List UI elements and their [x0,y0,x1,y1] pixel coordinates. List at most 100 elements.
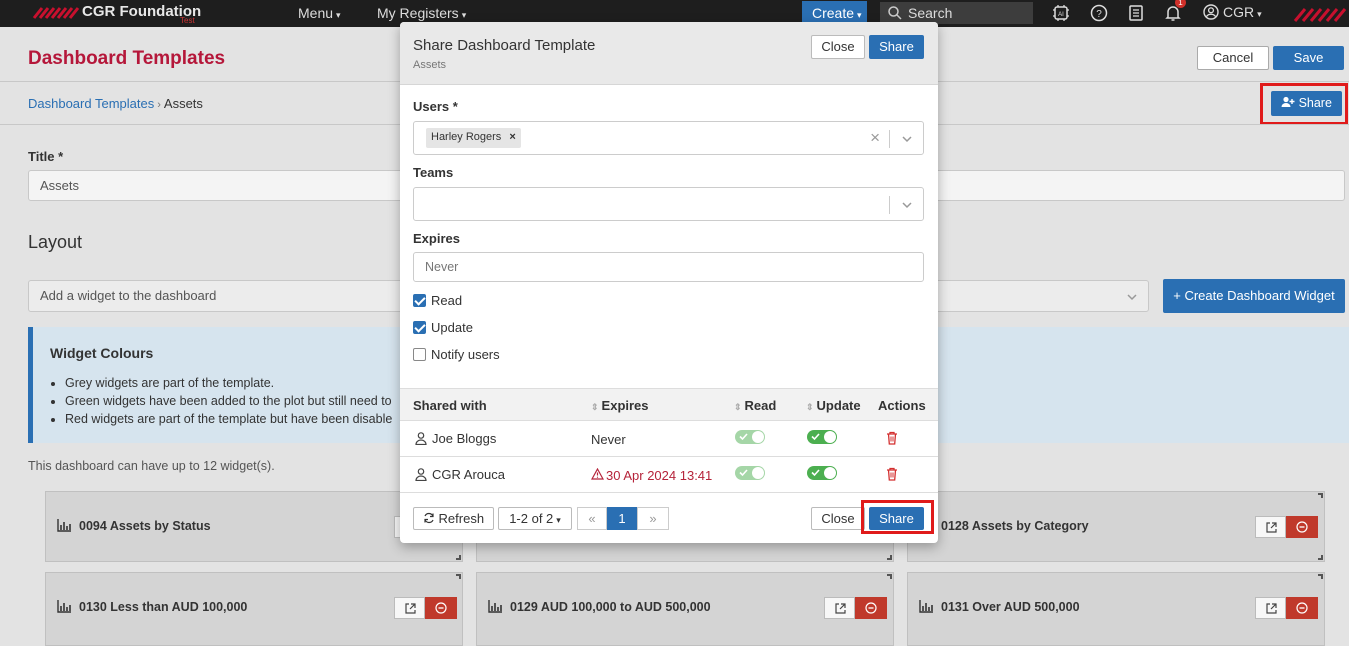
last-page-button[interactable]: » [637,507,669,530]
notify-checkbox-row[interactable]: Notify users [413,347,500,362]
widget-remove-button[interactable] [425,597,457,619]
breadcrumb: Dashboard Templates › Assets [28,96,203,111]
warning-icon [591,468,604,480]
update-checkbox-row[interactable]: Update [413,320,473,335]
page-1-button[interactable]: 1 [607,507,637,530]
widget-open-button[interactable] [394,597,425,619]
search-icon [888,6,902,20]
widget-open-button[interactable] [1255,597,1286,619]
widget-card[interactable]: 0130 Less than AUD 100,000 [45,572,463,646]
search-input[interactable]: Search [880,2,1033,24]
footer-share-highlight [861,500,934,534]
first-page-button[interactable]: « [577,507,607,530]
teams-select[interactable] [413,187,924,221]
minus-circle-icon [1296,521,1308,533]
chevron-down-icon[interactable] [901,199,913,211]
user-icon [1203,4,1219,20]
save-button[interactable]: Save [1273,46,1344,70]
bar-chart-icon [57,519,71,532]
read-toggle[interactable] [735,466,765,480]
widget-remove-button[interactable] [855,597,887,619]
refresh-icon [424,512,434,524]
widget-title: 0128 Assets by Category [941,519,1089,533]
column-read-label: Read [744,398,777,413]
trash-icon[interactable] [886,467,898,481]
clear-icon[interactable]: × [870,128,880,148]
widget-open-button[interactable] [824,597,855,619]
user-icon [415,432,427,445]
read-checkbox[interactable] [413,294,426,307]
my-registers-dropdown[interactable]: My Registers ▾ [377,5,466,21]
breadcrumb-separator: › [157,99,161,111]
ai-icon[interactable]: AI [1052,4,1070,22]
users-select[interactable]: Harley Rogers × × [413,121,924,155]
resize-handle[interactable] [456,574,461,579]
svg-text:AI: AI [1058,12,1064,18]
table-row: Joe Bloggs Never [400,421,938,457]
update-toggle[interactable] [807,466,837,480]
docs-icon[interactable] [1127,4,1145,22]
logo-icon [32,7,80,19]
cancel-button[interactable]: Cancel [1197,46,1269,70]
create-dashboard-widget-button[interactable]: + Create Dashboard Widget [1163,279,1345,313]
widget-select-placeholder: Add a widget to the dashboard [40,288,217,303]
widget-card[interactable]: 0131 Over AUD 500,000 [907,572,1325,646]
column-read[interactable]: ⇕ Read [734,398,776,413]
modal-close-button[interactable]: Close [811,35,865,59]
select-divider [889,196,890,214]
remove-tag-icon[interactable]: × [509,131,515,143]
resize-handle[interactable] [887,555,892,560]
check-icon [811,469,820,477]
external-link-icon [835,603,846,614]
external-link-icon [1266,603,1277,614]
trash-icon[interactable] [886,431,898,445]
svg-text:?: ? [1096,9,1102,20]
help-icon[interactable]: ? [1090,4,1108,22]
widget-title: 0129 AUD 100,000 to AUD 500,000 [510,600,711,614]
widget-title: 0094 Assets by Status [79,519,211,533]
column-shared-with[interactable]: Shared with [413,398,487,413]
user-menu[interactable]: CGR ▾ [1203,4,1262,20]
modal-subtitle: Assets [413,59,447,71]
read-checkbox-row[interactable]: Read [413,293,462,308]
read-toggle[interactable] [735,430,765,444]
column-update-label: Update [816,398,861,413]
expires-label: Expires [413,231,460,246]
sort-icon: ⇕ [591,402,599,412]
notify-checkbox[interactable] [413,348,426,361]
modal-share-button[interactable]: Share [869,35,924,59]
widget-colours-list: Grey widgets are part of the template. G… [65,374,392,428]
refresh-button[interactable]: Refresh [413,507,494,530]
resize-handle[interactable] [1318,555,1323,560]
sort-icon: ⇕ [734,402,742,412]
resize-handle[interactable] [1318,574,1323,579]
widget-card[interactable]: 0129 AUD 100,000 to AUD 500,000 [476,572,894,646]
notification-badge: 1 [1175,0,1186,8]
page-size-dropdown[interactable]: 1-2 of 2 ▾ [498,507,572,530]
check-icon [811,433,820,441]
chevron-down-icon: ▾ [1257,9,1262,19]
toggle-knob [824,431,836,443]
update-checkbox[interactable] [413,321,426,334]
widget-limit-text: This dashboard can have up to 12 widget(… [28,459,275,473]
user-label: CGR [1223,4,1255,20]
column-update[interactable]: ⇕ Update [806,398,861,413]
update-toggle[interactable] [807,430,837,444]
resize-handle[interactable] [456,555,461,560]
chevron-down-icon[interactable] [901,133,913,145]
resize-handle[interactable] [1318,493,1323,498]
breadcrumb-parent-link[interactable]: Dashboard Templates [28,96,154,111]
menu-dropdown[interactable]: Menu ▾ [298,5,341,21]
widget-remove-button[interactable] [1286,516,1318,538]
expires-input[interactable]: Never [413,252,924,282]
widget-open-button[interactable] [1255,516,1286,538]
widget-remove-button[interactable] [1286,597,1318,619]
resize-handle[interactable] [887,574,892,579]
widget-card[interactable]: 0128 Assets by Category [907,491,1325,562]
column-expires[interactable]: ⇕ Expires [591,398,649,413]
column-actions: Actions [878,398,926,413]
footer-close-button[interactable]: Close [811,507,865,530]
create-label: Create [812,5,855,21]
shared-expires: Never [591,432,626,447]
share-button-highlight [1260,83,1348,125]
